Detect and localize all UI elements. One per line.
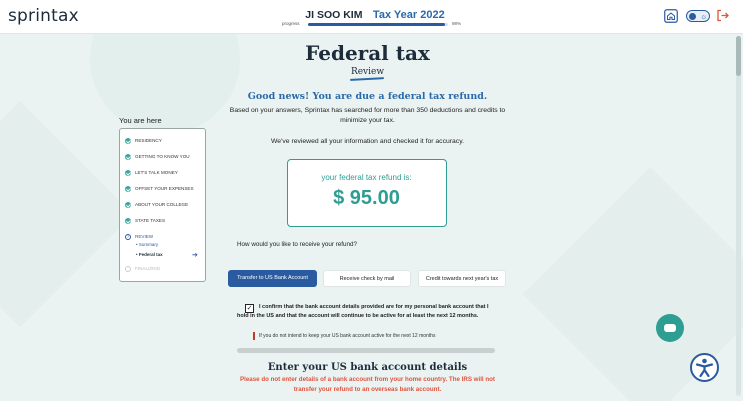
refund-box: your federal tax refund is: $ 95.00: [287, 159, 447, 227]
progress-label: progress: [282, 21, 300, 26]
home-icon[interactable]: [664, 9, 678, 23]
sidebar-subitem-federal-tax[interactable]: • Federal tax: [136, 252, 163, 257]
decor-diamond: [0, 100, 134, 328]
arrow-right-icon: ➔: [192, 252, 198, 259]
sidebar-item-state-taxes[interactable]: STATE TAXES: [125, 216, 165, 225]
sidebar-item-finalizing: FINALIZING: [125, 264, 160, 273]
sidebar-item-label: OFFSET YOUR EXPENSES: [135, 186, 194, 191]
refund-headline: Good news! You are due a federal tax ref…: [247, 91, 488, 102]
sprintax-logo[interactable]: sprintax: [8, 6, 79, 26]
completed-check-icon: [125, 169, 131, 176]
accessibility-button[interactable]: [690, 353, 719, 382]
logout-icon[interactable]: [716, 9, 729, 22]
accessibility-icon: [695, 358, 714, 378]
completed-check-icon: [125, 153, 131, 160]
progress-bar: progress 98%: [282, 21, 468, 29]
page-title: Federal tax: [305, 41, 430, 65]
refund-amount: $ 95.00: [333, 187, 400, 209]
chat-button[interactable]: [656, 314, 684, 342]
toggle-knob: [689, 13, 696, 20]
sidebar-item-label: GETTING TO KNOW YOU: [135, 154, 190, 159]
sidebar-item-review[interactable]: ? REVIEW: [125, 232, 153, 241]
check-by-mail-button[interactable]: Receive check by mail: [323, 270, 411, 287]
sidebar-item-label: ABOUT YOUR COLLEGE: [135, 202, 189, 207]
sidebar-item-about-college[interactable]: ABOUT YOUR COLLEGE: [125, 200, 188, 209]
completed-check-icon: [125, 201, 131, 208]
refund-label: your federal tax refund is:: [321, 173, 412, 182]
bank-warning: Please do not enter details of a bank ac…: [240, 376, 495, 393]
progress-percent: 98%: [452, 21, 462, 26]
sidebar-item-getting-to-know-you[interactable]: GETTING TO KNOW YOU: [125, 152, 190, 161]
progress-track: [308, 23, 448, 26]
chat-icon: [664, 324, 676, 332]
confirm-text: I confirm that the bank account details …: [237, 304, 489, 319]
credit-next-year-button[interactable]: Credit towards next year's tax: [418, 270, 506, 287]
sidebar-item-label: RESIDENCY: [135, 138, 162, 143]
warning-marker: [253, 332, 255, 340]
check-icon: ✓: [246, 305, 253, 312]
decor-circle: [90, 34, 240, 134]
user-name: JI SOO KIM: [305, 9, 363, 21]
bank-details-title: Enter your US bank account details: [267, 362, 468, 373]
section-divider: [237, 348, 495, 353]
theme-toggle[interactable]: ☼: [686, 10, 710, 22]
sidebar-heading: You are here: [119, 116, 162, 125]
sidebar-item-offset-expenses[interactable]: OFFSET YOUR EXPENSES: [125, 184, 194, 193]
sidebar-item-residency[interactable]: RESIDENCY: [125, 136, 162, 145]
question-icon: ?: [125, 233, 131, 240]
page-subtitle: Review: [350, 67, 385, 77]
sidebar-subitem-summary[interactable]: • Summary: [136, 242, 158, 247]
bank-transfer-button[interactable]: Transfer to US Bank Account: [228, 270, 317, 287]
top-header: sprintax JI SOO KIM Tax Year 2022 progre…: [0, 0, 743, 34]
completed-check-icon: [125, 137, 131, 144]
confirm-checkbox[interactable]: ✓: [245, 304, 254, 313]
sidebar-item-label: FINALIZING: [135, 266, 161, 271]
sun-icon: ☼: [700, 12, 708, 21]
completed-check-icon: [125, 185, 131, 192]
completed-check-icon: [125, 217, 131, 224]
sidebar-item-label: REVIEW: [135, 234, 154, 239]
warning-text: If you do not intend to keep your US ban…: [259, 333, 436, 339]
search-description: Based on your answers, Sprintax has sear…: [229, 107, 506, 124]
reviewed-text: We've reviewed all your information and …: [271, 138, 464, 145]
pending-dot-icon: [125, 265, 131, 272]
tax-year: Tax Year 2022: [372, 9, 445, 21]
progress-fill: [308, 23, 446, 26]
sidebar-item-label: STATE TAXES: [135, 218, 166, 223]
sidebar-item-label: LET'S TALK MONEY: [135, 170, 178, 175]
receive-question: How would you like to receive your refun…: [237, 241, 358, 248]
scrollbar[interactable]: [736, 36, 741, 396]
scrollbar-thumb[interactable]: [736, 36, 741, 76]
sidebar-item-lets-talk-money[interactable]: LET'S TALK MONEY: [125, 168, 178, 177]
